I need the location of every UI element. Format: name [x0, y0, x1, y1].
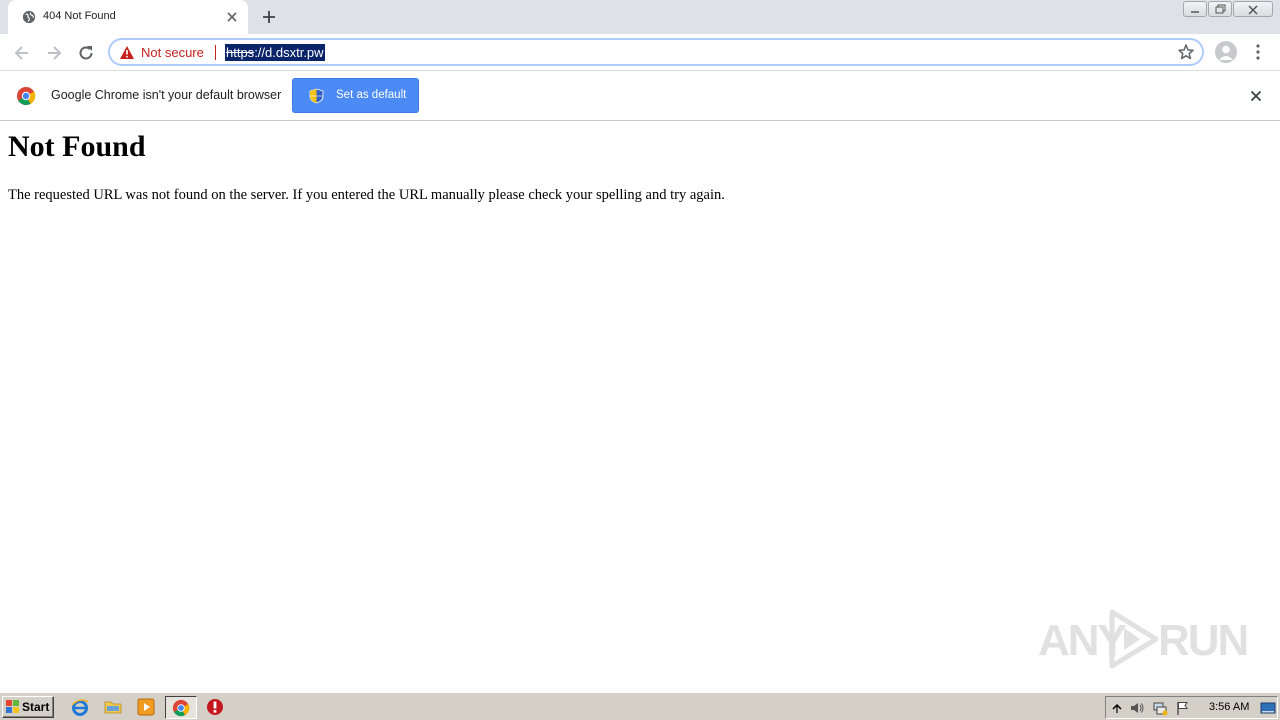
close-infobar-icon[interactable]: [1248, 88, 1264, 104]
chrome-taskbar-icon: [172, 699, 190, 717]
minimize-icon: [1191, 11, 1199, 13]
chrome-logo-icon: [17, 87, 36, 106]
tab-strip: 404 Not Found: [0, 0, 1280, 34]
show-hidden-icons-icon[interactable]: [1109, 700, 1125, 716]
address-bar[interactable]: Not secure https://d.dsxtr.pw: [108, 38, 1204, 66]
page-heading: Not Found: [8, 130, 146, 163]
browser-tab[interactable]: 404 Not Found: [8, 0, 248, 34]
url-scheme: https: [226, 45, 255, 60]
close-window-icon: [1248, 5, 1258, 15]
uac-shield-icon: [309, 88, 324, 104]
taskbar: Start 3:56 AM: [0, 692, 1280, 720]
globe-icon: [22, 10, 36, 24]
folder-icon[interactable]: [103, 697, 123, 717]
close-window-button[interactable]: [1233, 1, 1273, 17]
new-tab-icon[interactable]: [261, 9, 277, 25]
media-player-icon[interactable]: [136, 697, 156, 717]
url-host: ://d.dsxtr.pw: [254, 45, 324, 60]
security-divider: [215, 45, 216, 60]
play-logo-icon: [1109, 609, 1159, 669]
show-desktop-icon[interactable]: [1260, 700, 1276, 716]
stop-sign-icon[interactable]: [205, 697, 225, 717]
person-icon: [1219, 45, 1233, 60]
chrome-taskbar-button[interactable]: [165, 696, 197, 719]
set-as-default-label: Set as default: [336, 89, 407, 101]
start-label: Start: [22, 700, 50, 714]
restore-window-button[interactable]: [1208, 1, 1232, 17]
volume-icon[interactable]: [1129, 700, 1145, 716]
windows-logo-icon: [6, 700, 19, 713]
back-arrow-icon[interactable]: [12, 43, 32, 63]
close-tab-icon[interactable]: [224, 9, 240, 25]
minimize-window-button[interactable]: [1183, 1, 1207, 17]
watermark-right-text: RUN: [1158, 616, 1249, 665]
action-center-flag-icon[interactable]: [1175, 700, 1191, 716]
restore-icon: [1215, 4, 1226, 14]
profile-avatar[interactable]: [1215, 41, 1237, 63]
tab-title: 404 Not Found: [43, 10, 116, 22]
bookmark-star-icon[interactable]: [1177, 43, 1195, 61]
infobar-message: Google Chrome isn't your default browser: [51, 88, 282, 102]
more-menu-icon[interactable]: [1250, 42, 1266, 62]
start-button[interactable]: Start: [2, 696, 54, 718]
network-icon[interactable]: [1152, 700, 1168, 716]
browser-toolbar: Not secure https://d.dsxtr.pw: [0, 34, 1280, 71]
page-message: The requested URL was not found on the s…: [8, 187, 725, 203]
internet-explorer-icon[interactable]: [70, 697, 90, 717]
system-tray: 3:56 AM: [1105, 696, 1278, 719]
url-text[interactable]: https://d.dsxtr.pw: [225, 44, 325, 61]
screen: 404 Not Found Not secure https://d.dsxtr…: [0, 0, 1280, 720]
anyrun-watermark: ANY RUN: [1038, 606, 1249, 672]
taskbar-clock[interactable]: 3:56 AM: [1209, 701, 1249, 713]
not-secure-label[interactable]: Not secure: [141, 45, 204, 60]
default-browser-infobar: Google Chrome isn't your default browser…: [0, 71, 1280, 121]
warning-triangle-icon: [120, 46, 134, 59]
set-as-default-button[interactable]: Set as default: [292, 78, 419, 113]
reload-icon[interactable]: [76, 43, 96, 63]
forward-arrow-icon[interactable]: [44, 43, 64, 63]
